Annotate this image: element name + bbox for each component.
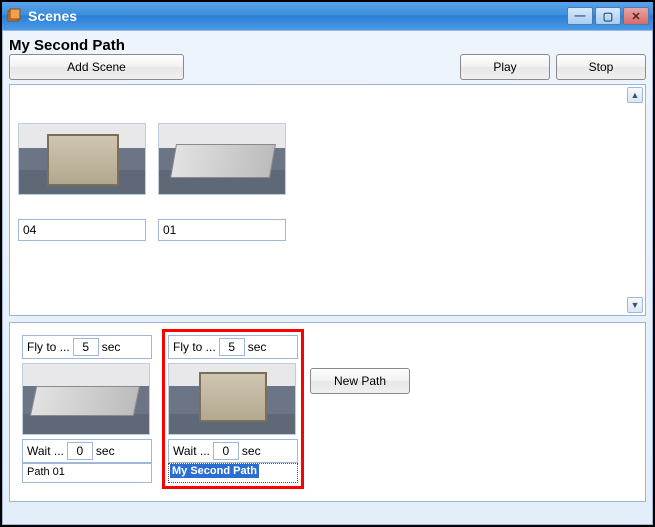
wait-unit: sec <box>242 444 261 458</box>
scroll-up-button[interactable]: ▲ <box>627 87 643 103</box>
close-button[interactable]: ✕ <box>623 7 649 25</box>
fly-value-input[interactable] <box>219 338 245 356</box>
titlebar[interactable]: Scenes — ▢ ✕ <box>2 2 653 30</box>
path-thumbnail[interactable] <box>22 363 150 435</box>
maximize-button[interactable]: ▢ <box>595 7 621 25</box>
app-icon <box>6 8 22 24</box>
client-area: My Second Path Add Scene Play Stop ▲ ▼ <box>2 30 653 525</box>
new-path-button[interactable]: New Path <box>310 368 410 394</box>
fly-unit: sec <box>102 340 121 354</box>
scene-thumbnail[interactable] <box>158 123 286 195</box>
scene-value-input[interactable] <box>158 219 286 241</box>
fly-to-row: Fly to ... sec <box>22 335 152 359</box>
path-name-text: My Second Path <box>170 464 259 478</box>
path-card[interactable]: Fly to ... sec Wait ... sec Path 01 <box>18 331 156 487</box>
scroll-down-button[interactable]: ▼ <box>627 297 643 313</box>
page-title: My Second Path <box>9 37 646 54</box>
play-button[interactable]: Play <box>460 54 550 80</box>
scenes-panel: ▲ ▼ <box>9 84 646 316</box>
scene-item <box>18 123 148 241</box>
new-path-area: New Path <box>310 331 410 431</box>
wait-label: Wait ... <box>173 444 210 458</box>
wait-value-input[interactable] <box>67 442 93 460</box>
scene-value-input[interactable] <box>18 219 146 241</box>
add-scene-button[interactable]: Add Scene <box>9 54 184 80</box>
fly-label: Fly to ... <box>27 340 70 354</box>
wait-unit: sec <box>96 444 115 458</box>
fly-to-row: Fly to ... sec <box>168 335 298 359</box>
path-card[interactable]: Fly to ... sec Wait ... sec My Second Pa… <box>164 331 302 487</box>
scene-thumbnail[interactable] <box>18 123 146 195</box>
path-name-field[interactable]: My Second Path <box>168 463 298 483</box>
wait-row: Wait ... sec <box>168 439 298 463</box>
paths-panel: Fly to ... sec Wait ... sec Path 01 Fly … <box>9 322 646 502</box>
wait-value-input[interactable] <box>213 442 239 460</box>
window-title: Scenes <box>28 8 77 24</box>
fly-label: Fly to ... <box>173 340 216 354</box>
path-name-field[interactable]: Path 01 <box>22 463 152 483</box>
wait-label: Wait ... <box>27 444 64 458</box>
minimize-button[interactable]: — <box>567 7 593 25</box>
path-thumbnail[interactable] <box>168 363 296 435</box>
scene-item <box>158 123 288 241</box>
toolbar: Add Scene Play Stop <box>9 54 646 80</box>
scene-row <box>18 123 637 241</box>
stop-button[interactable]: Stop <box>556 54 646 80</box>
fly-value-input[interactable] <box>73 338 99 356</box>
fly-unit: sec <box>248 340 267 354</box>
wait-row: Wait ... sec <box>22 439 152 463</box>
